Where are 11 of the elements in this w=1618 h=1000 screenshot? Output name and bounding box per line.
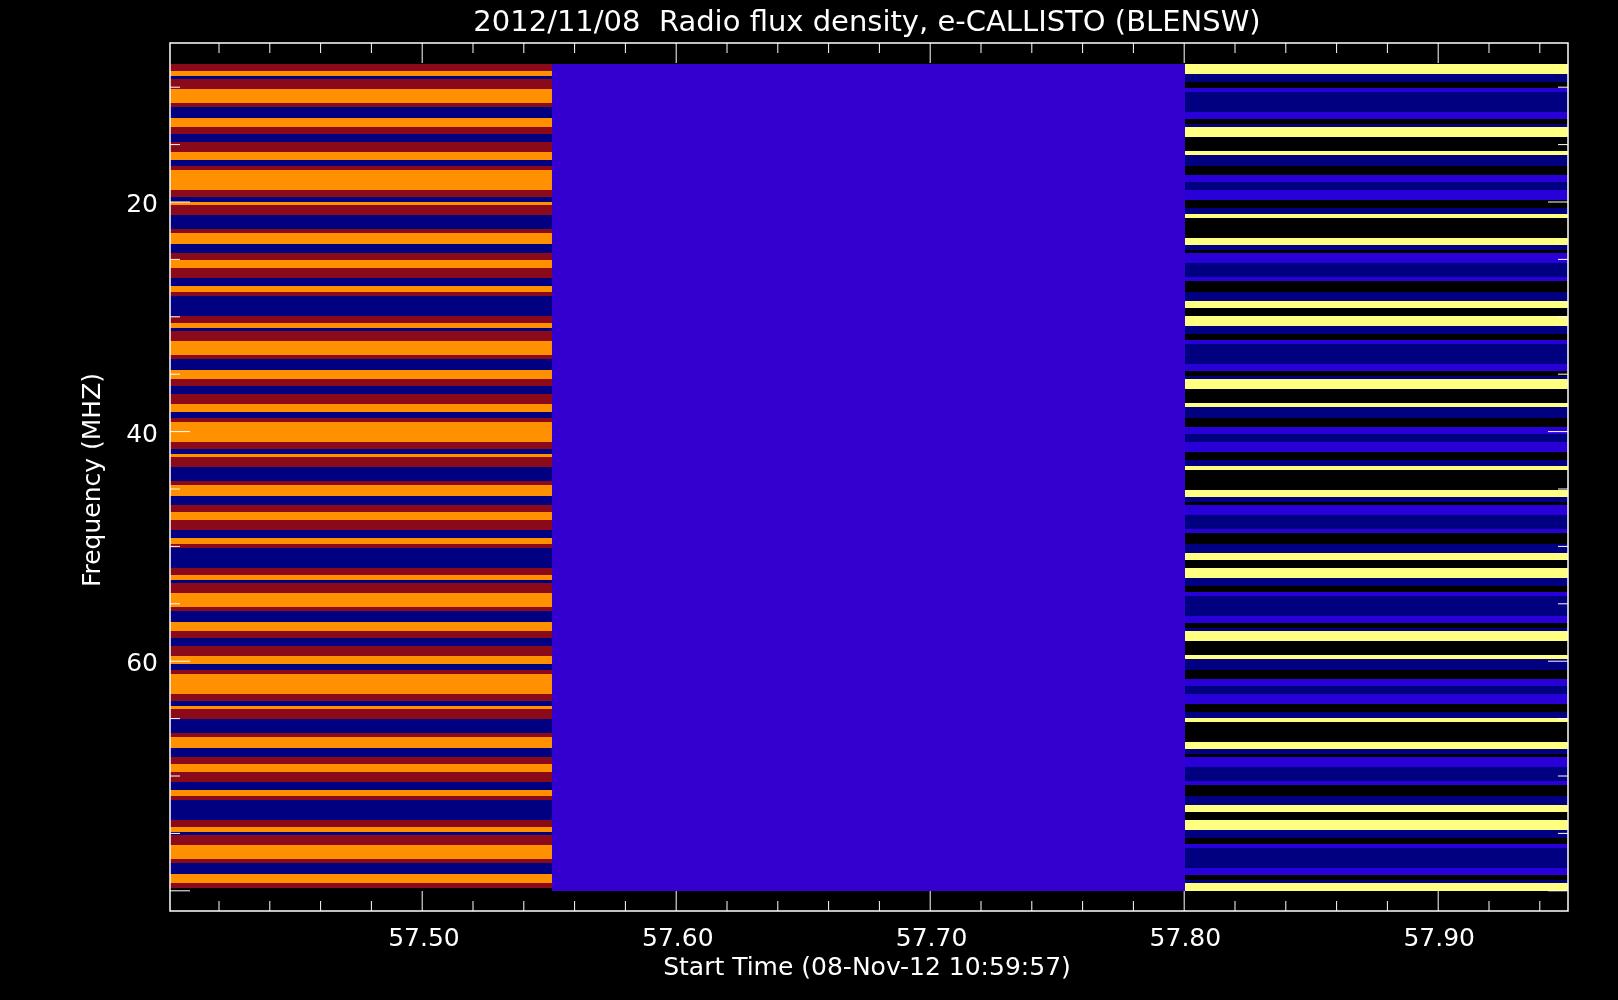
tick-label: 57.60	[642, 923, 714, 952]
tick-label: 57.50	[388, 923, 460, 952]
axis-label: Frequency (MHZ)	[77, 372, 106, 588]
axis-label: Start Time (08-Nov-12 10:59:57)	[663, 952, 1071, 981]
tick-label: 57.90	[1403, 923, 1475, 952]
tick-label: 20	[126, 189, 158, 218]
tick-label: 40	[126, 418, 158, 448]
chart-title: 2012/11/08 Radio flux density, e-CALLISTO (BLENSW)	[473, 4, 1261, 38]
tick-label: 60	[126, 648, 158, 677]
tick-label: 57.70	[895, 923, 968, 952]
tick-label: 57.80	[1149, 923, 1222, 952]
